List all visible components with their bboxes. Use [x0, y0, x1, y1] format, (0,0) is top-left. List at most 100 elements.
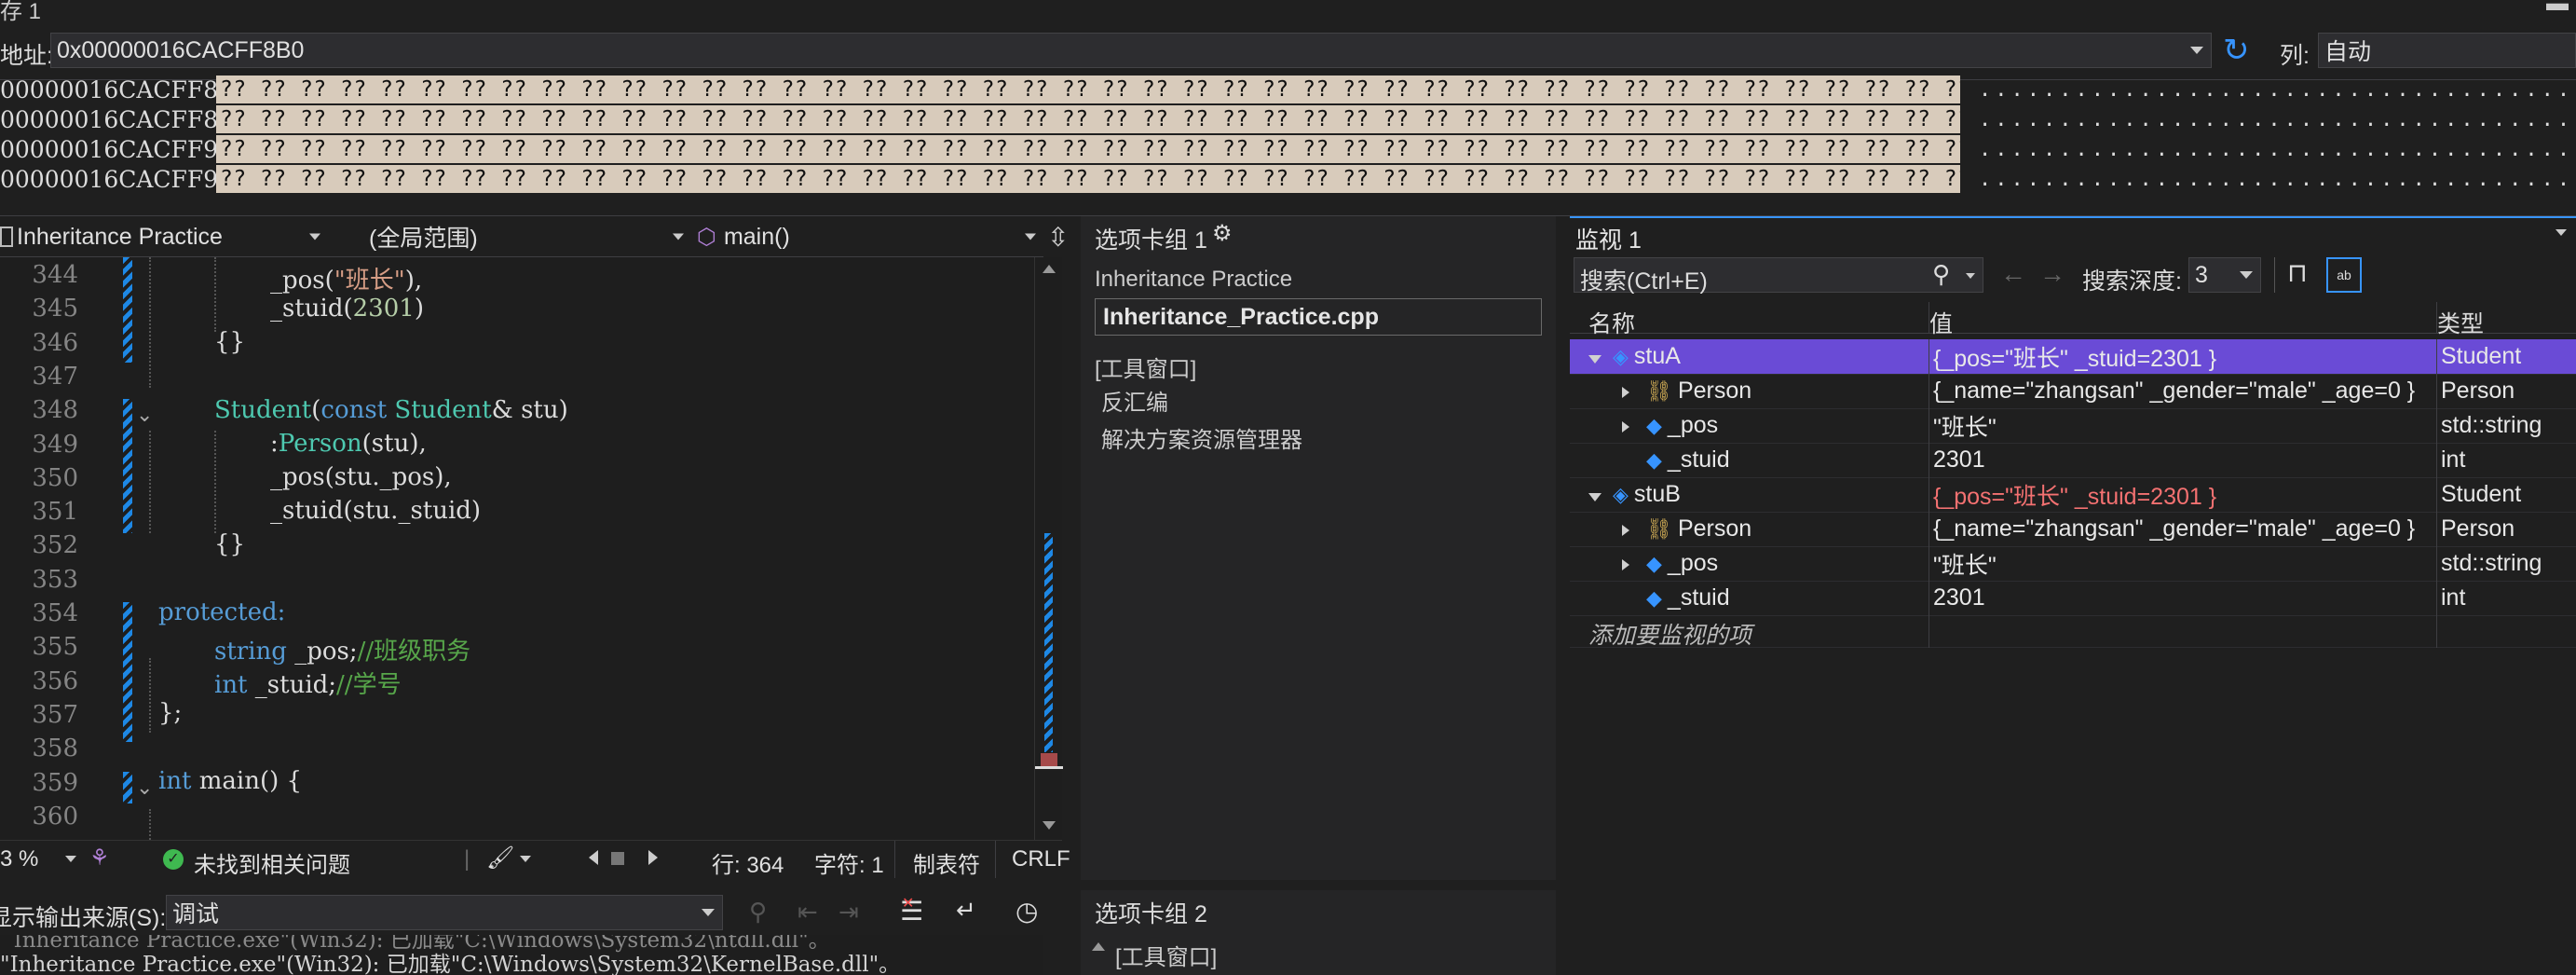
editor-vertical-scrollbar[interactable] [1034, 257, 1063, 840]
project-combo[interactable]: Inheritance Practice [0, 220, 326, 254]
output-source-combo[interactable]: 调试 [166, 895, 723, 930]
watch-value-cell[interactable]: {_pos="班长" _stuid=2301 } [1933, 477, 2432, 512]
watch-name-cell: ⛓ Person [1622, 374, 1929, 408]
expand-right-icon[interactable] [1622, 412, 1642, 439]
gear-icon[interactable]: ⚙ [1212, 220, 1233, 247]
scroll-up-icon[interactable] [1043, 265, 1056, 273]
watch-row[interactable]: ◆ _pos "班长" std::string [1570, 408, 2576, 444]
memory-row-address: 00000016CACFF8B0 [0, 76, 216, 103]
code-line-359: int main() { [158, 767, 303, 795]
refresh-icon[interactable]: ↻ [2223, 32, 2256, 69]
search-depth-combo[interactable]: 3 [2188, 257, 2261, 293]
chevron-down-icon[interactable] [309, 233, 320, 240]
chevron-down-icon[interactable] [702, 909, 715, 916]
output-text-area[interactable]: Inheritance Practice.exe"(Win32): 已加载"C:… [0, 935, 1043, 975]
watch-value-cell[interactable]: "班长" [1933, 408, 2432, 443]
line-number: 354 [32, 599, 78, 627]
watch-row[interactable]: ⛓ Person {_name="zhangsan" _gender="male" … [1570, 512, 2576, 547]
line-number: 359 [32, 768, 78, 797]
column-divider [2436, 512, 2437, 546]
cleanup-brush-icon[interactable]: 🖌 [486, 845, 514, 872]
scroll-down-icon[interactable] [1043, 821, 1056, 830]
search-depth-label: 搜索深度: [2082, 268, 2182, 295]
chevron-down-icon[interactable] [673, 233, 684, 240]
memory-row-ascii[interactable]: ........................................… [1979, 168, 2575, 191]
column-header-type[interactable]: 类型 [2437, 306, 2484, 339]
memory-row-hex[interactable]: ?? ?? ?? ?? ?? ?? ?? ?? ?? ?? ?? ?? ?? ?… [216, 165, 1960, 193]
fold-collapse-icon[interactable]: ⌄ [136, 403, 153, 427]
watch-row[interactable]: ◆ _stuid 2301 int [1570, 443, 2576, 478]
find-message-icon[interactable]: ⚲ [749, 898, 767, 927]
memory-row-hex[interactable]: ?? ?? ?? ?? ?? ?? ?? ?? ?? ?? ?? ?? ?? ?… [216, 105, 1960, 133]
watch-value-cell[interactable]: {_name="zhangsan" _gender="male" _age=0 … [1933, 512, 2432, 546]
search-icon[interactable]: ⚲ [1932, 260, 1950, 289]
memory-hscroll[interactable] [0, 199, 2576, 216]
scope-combo[interactable]: (全局范围) [335, 220, 689, 254]
previous-issue-icon[interactable] [589, 850, 598, 865]
column-header-name[interactable]: 名称 [1588, 306, 1635, 339]
column-header-value[interactable]: 值 [1929, 306, 1953, 339]
issues-status[interactable]: 未找到相关问题 [194, 846, 350, 879]
expand-right-icon[interactable] [1622, 515, 1642, 542]
char-indicator[interactable]: 字符: 1 [814, 846, 884, 879]
watch-row[interactable]: ◈ stuB {_pos="班长" _stuid=2301 } Student [1570, 477, 2576, 513]
intellicode-icon[interactable]: ⚘ [89, 845, 110, 872]
expand-right-icon[interactable] [1622, 378, 1642, 405]
search-back-icon[interactable]: ← [2000, 259, 2026, 289]
watch-type-cell: Student [2441, 481, 2522, 507]
tab-group-file[interactable]: Inheritance_Practice.cpp [1095, 298, 1542, 336]
tab-item-disassembly[interactable]: 反汇编 [1101, 384, 1168, 417]
previous-message-icon[interactable]: ⇤ [797, 898, 818, 927]
memory-row-ascii[interactable]: ........................................… [1979, 138, 2575, 161]
watch-search-input[interactable]: 搜索(Ctrl+E) [1580, 263, 1708, 296]
chevron-down-icon[interactable] [65, 856, 76, 862]
line-indicator[interactable]: 行: 364 [712, 846, 784, 879]
member-combo[interactable]: ⬡ main() [697, 220, 1042, 254]
add-watch-row[interactable]: 添加要监视的项 [1570, 613, 2576, 651]
watch-row[interactable]: ◆ _stuid 2301 int [1570, 581, 2576, 616]
expand-down-icon[interactable] [1588, 343, 1609, 370]
split-editor-icon[interactable]: ⇳ [1047, 222, 1069, 253]
hex-display-icon[interactable]: ab [2326, 257, 2362, 293]
memory-row-hex[interactable]: ?? ?? ?? ?? ?? ?? ?? ?? ?? ?? ?? ?? ?? ?… [216, 76, 1960, 103]
pin-icon[interactable]: ⊓ [2287, 257, 2308, 288]
expand-right-icon[interactable] [1622, 550, 1642, 577]
add-watch-placeholder[interactable]: 添加要监视的项 [1588, 617, 1751, 651]
memory-row-ascii[interactable]: ........................................… [1979, 78, 2575, 102]
expand-down-icon[interactable] [1588, 481, 1609, 508]
fold-collapse-icon[interactable]: ⌄ [136, 776, 153, 800]
line-ending[interactable]: CRLF [1012, 846, 1070, 872]
chevron-down-icon[interactable] [1025, 233, 1036, 240]
next-issue-icon[interactable] [648, 850, 658, 865]
search-forward-icon[interactable]: → [2039, 259, 2065, 289]
chevron-down-icon[interactable] [520, 856, 531, 862]
memory-row-address: 00000016CACFF940 [0, 165, 216, 193]
watch-row[interactable]: ⛓ Person {_name="zhangsan" _gender="male" … [1570, 374, 2576, 409]
column-combo[interactable]: 自动 [2318, 33, 2576, 68]
memory-row-ascii[interactable]: ........................................… [1979, 108, 2575, 131]
chevron-down-icon[interactable] [2190, 47, 2203, 54]
watch-value-cell[interactable]: {_pos="班长" _stuid=2301 } [1933, 339, 2432, 374]
chevron-down-icon[interactable] [1966, 273, 1975, 279]
column-value: 自动 [2324, 39, 2372, 65]
tab-item-solution-explorer[interactable]: 解决方案资源管理器 [1101, 421, 1302, 454]
watch-value-cell[interactable]: 2301 [1933, 581, 2432, 615]
memory-row-hex[interactable]: ?? ?? ?? ?? ?? ?? ?? ?? ?? ?? ?? ?? ?? ?… [216, 135, 1960, 163]
watch-row[interactable]: ◆ _pos "班长" std::string [1570, 546, 2576, 582]
code-editor[interactable]: 344 345 346 347 348 349 350 351 352 353 354 355 356 3… [0, 257, 1034, 840]
watch-value-cell[interactable]: "班长" [1933, 546, 2432, 581]
watch-search-box[interactable]: 搜索(Ctrl+E) ⚲ [1574, 257, 1983, 296]
window-menu-icon[interactable]: ▬ [2546, 0, 2569, 17]
clock-icon[interactable]: ◷ [1015, 896, 1038, 927]
watch-value-cell[interactable]: {_name="zhangsan" _gender="male" _age=0 … [1933, 374, 2432, 408]
zoom-level[interactable]: 3 % [0, 846, 38, 872]
watch-value-cell[interactable]: 2301 [1933, 443, 2432, 477]
chevron-down-icon[interactable] [2240, 271, 2253, 279]
address-combo[interactable]: 0x00000016CACFF8B0 [50, 33, 2212, 68]
chevron-down-icon[interactable] [2556, 229, 2567, 236]
next-message-icon[interactable]: ⇥ [838, 898, 859, 927]
word-wrap-icon[interactable]: ↵ [956, 896, 976, 925]
indent-mode[interactable]: 制表符 [913, 846, 980, 879]
watch-row[interactable]: ◈ stuA {_pos="班长" _stuid=2301 } Student [1570, 339, 2576, 375]
line-number: 352 [32, 531, 78, 560]
